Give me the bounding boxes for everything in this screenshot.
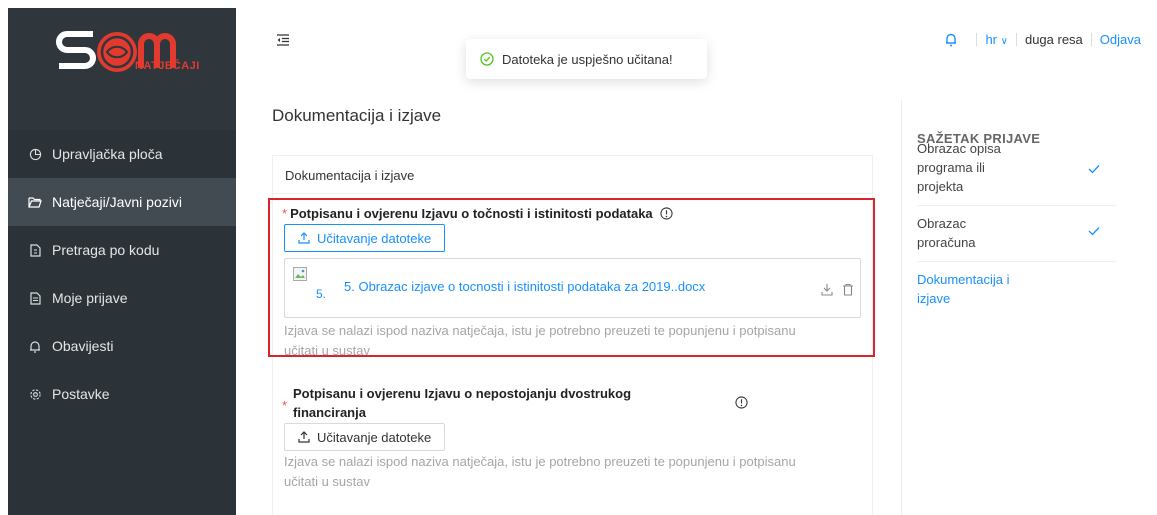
username: duga resa	[1024, 32, 1083, 47]
sidebar: NATJEČAJI Upravljačka ploča Natječaji/Ja…	[8, 8, 236, 515]
sidebar-item-dashboard[interactable]: Upravljačka ploča	[8, 130, 236, 178]
gear-icon	[28, 387, 42, 401]
sidebar-item-label: Pretraga po kodu	[52, 242, 160, 258]
check-circle-icon	[480, 52, 494, 66]
sidebar-item-settings[interactable]: Postavke	[8, 370, 236, 418]
field-label-double-financing-statement: * Potpisanu i ovjerenu Izjavu o nepostoj…	[282, 386, 632, 420]
check-icon	[1088, 227, 1100, 236]
upload-button[interactable]: Učitavanje datoteke	[284, 423, 446, 451]
summary-item-program-description[interactable]: Obrazac opisa programa ili projekta	[917, 139, 1116, 206]
divider	[976, 33, 978, 46]
language-select[interactable]: hr ∨	[985, 32, 1008, 47]
card-title: Dokumentacija i izjave	[273, 156, 872, 194]
check-icon	[1088, 165, 1100, 174]
sidebar-item-label: Moje prijave	[52, 290, 128, 306]
success-toast: Datoteka je uspješno učitana!	[466, 39, 707, 79]
logo-subtitle: NATJEČAJI	[135, 60, 200, 72]
divider	[1015, 33, 1017, 46]
dashboard-icon	[28, 147, 42, 161]
sidebar-item-code-search[interactable]: Pretraga po kodu	[8, 226, 236, 274]
sidebar-item-notifications[interactable]: Obavijesti	[8, 322, 236, 370]
menu-collapse-icon[interactable]	[276, 33, 290, 47]
upload-button-label: Učitavanje datoteke	[317, 429, 432, 445]
required-marker: *	[282, 398, 288, 413]
divider	[1090, 33, 1092, 46]
page-title: Dokumentacija i izjave	[272, 106, 442, 125]
sidebar-item-label: Natječaji/Javni pozivi	[52, 194, 182, 210]
sidebar-item-my-applications[interactable]: Moje prijave	[8, 274, 236, 322]
header-actions: hr ∨ duga resa Odjava	[944, 32, 1141, 47]
folder-open-icon	[28, 195, 42, 209]
logout-link[interactable]: Odjava	[1100, 32, 1141, 47]
field-hint: Izjava se nalazi ispod naziva natječaja,…	[284, 454, 796, 489]
bell-icon	[28, 339, 42, 353]
bell-icon[interactable]	[944, 32, 958, 47]
summary-item-budget[interactable]: Obrazac proračuna	[917, 214, 1116, 262]
summary-item-documentation[interactable]: Dokumentacija i izjave	[917, 270, 1116, 314]
highlight-box	[268, 198, 875, 357]
sidebar-item-label: Obavijesti	[52, 338, 114, 354]
summary-divider	[901, 100, 902, 515]
info-icon[interactable]	[735, 396, 748, 409]
logo[interactable]: NATJEČAJI	[8, 8, 236, 130]
file-text-icon	[28, 291, 42, 305]
upload-icon	[298, 431, 310, 443]
chevron-down-icon: ∨	[1000, 36, 1008, 47]
sidebar-item-label: Upravljačka ploča	[52, 146, 163, 162]
logo-mark	[56, 31, 176, 72]
toast-message: Datoteka je uspješno učitana!	[502, 51, 673, 67]
sidebar-item-competitions[interactable]: Natječaji/Javni pozivi	[8, 178, 236, 226]
file-icon	[28, 243, 42, 257]
sidebar-item-label: Postavke	[52, 386, 110, 402]
